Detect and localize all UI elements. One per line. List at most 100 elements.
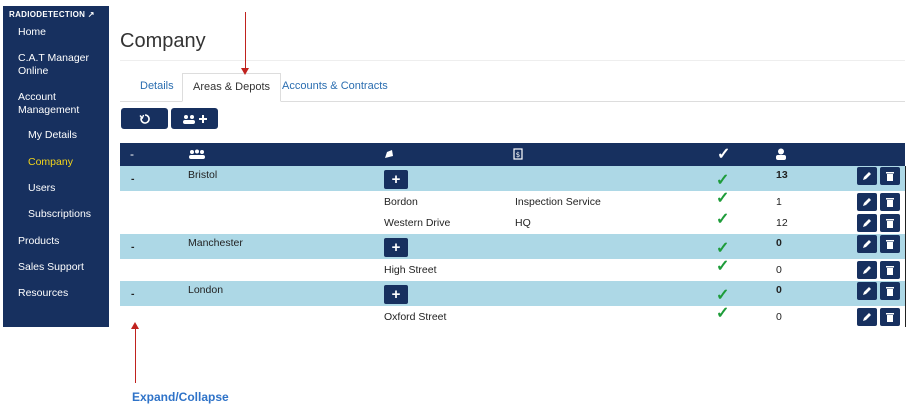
pencil-icon [863,266,871,274]
active-check-icon: ✓ [716,287,730,304]
trash-icon [886,266,894,275]
collapse-pointer-arrow [135,329,136,383]
collapse-all-toggle[interactable]: - [130,147,134,161]
user-count-icon [776,148,786,160]
contract-icon: $ [513,148,523,160]
depot-name: Western Drive [384,217,451,229]
user-count: 0 [776,237,782,249]
sidebar-item-cat-manager[interactable]: C.A.T Manager Online [18,52,106,78]
trash-icon [886,219,894,228]
depot-contract: Inspection Service [515,196,601,208]
sidebar-item-sales-support[interactable]: Sales Support [18,261,106,274]
sidebar-item-subscriptions[interactable]: Subscriptions [28,208,116,221]
active-check-icon: ✓ [716,190,730,207]
pencil-icon [863,219,871,227]
edit-button[interactable] [857,261,877,279]
active-check-header-icon: ✓ [717,146,731,163]
user-count: 0 [776,264,782,276]
trash-icon [886,313,894,322]
area-name: Bristol [188,169,218,181]
sidebar-item-my-details[interactable]: My Details [28,129,116,142]
user-count: 0 [776,284,782,296]
annotation-label: Expand/Collapse [132,390,229,404]
delete-button[interactable] [880,167,900,185]
sidebar-item-home[interactable]: Home [18,26,106,39]
edit-button[interactable] [857,167,877,185]
active-check-icon: ✓ [716,240,730,257]
active-check-icon: ✓ [716,258,730,275]
sidebar-item-company[interactable]: Company [28,156,116,169]
depot-row: High Street ✓ 0 [120,258,905,281]
delete-button[interactable] [880,214,900,232]
table-header: - $ ✓ [120,143,905,166]
area-group-icon [189,149,205,159]
depot-row: Western Drive HQ ✓ 12 [120,211,905,234]
area-name: Manchester [188,237,243,249]
user-count: 0 [776,311,782,323]
depot-row: Oxford Street ✓ 0 [120,305,905,328]
tab-accounts-contracts[interactable]: Accounts & Contracts [272,73,398,100]
area-row: - Manchester + ✓ 0 [120,234,905,259]
page-title: Company [120,30,206,52]
tab-details[interactable]: Details [130,73,184,100]
add-depot-button[interactable]: + [384,238,408,257]
title-divider [120,60,905,61]
expand-collapse-toggle[interactable]: - [131,241,135,253]
trash-icon [886,287,894,296]
depot-icon [385,150,393,158]
edit-button[interactable] [857,214,877,232]
active-check-icon: ✓ [716,211,730,228]
brand-name: RADIODETECTION [9,10,86,19]
sidebar: RADIODETECTION ↗ Home C.A.T Manager Onli… [3,6,109,327]
delete-button[interactable] [880,235,900,253]
pencil-icon [863,172,871,180]
tab-areas-depots[interactable]: Areas & Depots [182,73,282,102]
expand-collapse-toggle[interactable]: - [131,173,135,185]
depot-contract: HQ [515,217,531,229]
active-check-icon: ✓ [716,172,730,189]
delete-button[interactable] [880,308,900,326]
depot-name: Bordon [384,196,418,208]
collapse-pointer-arrowhead [131,322,139,329]
add-area-button[interactable] [171,108,218,129]
user-count: 1 [776,196,782,208]
expand-collapse-toggle[interactable]: - [131,288,135,300]
brand-logo: RADIODETECTION ↗ [9,10,95,19]
refresh-icon [138,113,150,124]
trash-icon [886,198,894,207]
user-count: 12 [776,217,788,229]
pencil-icon [863,287,871,295]
external-link-icon: ↗ [87,10,95,19]
edit-button[interactable] [857,193,877,211]
sidebar-item-account-management[interactable]: Account Management [18,91,106,117]
pencil-icon [863,198,871,206]
delete-button[interactable] [880,193,900,211]
area-row: - Bristol + ✓ 13 [120,166,905,191]
edit-button[interactable] [857,235,877,253]
refresh-button[interactable] [121,108,168,129]
active-check-icon: ✓ [716,305,730,322]
delete-button[interactable] [880,261,900,279]
trash-icon [886,172,894,181]
pencil-icon [863,240,871,248]
tab-pointer-arrow [245,12,246,70]
tab-bar: Details Areas & Depots Accounts & Contra… [120,73,905,102]
edit-button[interactable] [857,282,877,300]
tab-pointer-arrowhead [241,68,249,75]
add-depot-button[interactable]: + [384,285,408,304]
area-row: - London + ✓ 0 [120,281,905,306]
sidebar-item-products[interactable]: Products [18,235,106,248]
edit-button[interactable] [857,308,877,326]
user-count: 13 [776,169,788,181]
sidebar-item-resources[interactable]: Resources [18,287,106,300]
area-name: London [188,284,224,296]
depot-name: High Street [384,264,437,276]
add-depot-button[interactable]: + [384,170,408,189]
sidebar-item-users[interactable]: Users [28,182,116,195]
pencil-icon [863,313,871,321]
table-right-border [905,166,906,327]
trash-icon [886,240,894,249]
depot-name: Oxford Street [384,311,447,323]
depot-row: Bordon Inspection Service ✓ 1 [120,190,905,213]
delete-button[interactable] [880,282,900,300]
